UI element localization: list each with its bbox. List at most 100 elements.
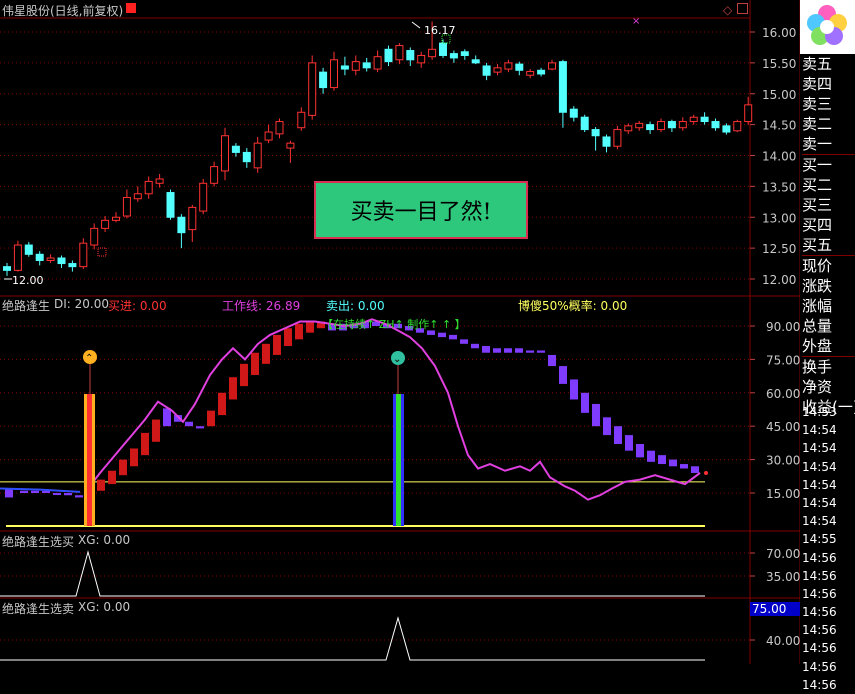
indicator-block — [625, 435, 633, 451]
tick-time: 14:54 — [802, 423, 837, 438]
quote-label[interactable]: 涨幅 — [802, 296, 855, 316]
indicator-block — [647, 450, 655, 462]
sell-arrow: ⌄ — [393, 354, 401, 365]
candle-body — [221, 135, 229, 172]
quote-label[interactable]: 外盘 — [802, 336, 855, 357]
ind-axis-label: 15.00 — [766, 487, 800, 501]
tick-time: 14:54 — [802, 477, 837, 492]
candle-body — [242, 151, 251, 163]
candle-body — [482, 65, 491, 76]
quote-label[interactable]: 卖一 — [802, 134, 855, 155]
indicator-block — [658, 455, 666, 465]
candle-body — [101, 219, 110, 229]
quote-label[interactable]: 买四 — [802, 215, 855, 235]
ind2-name: 绝路逢生选买 — [2, 535, 75, 549]
diamond-icon[interactable]: ◇ — [723, 3, 732, 17]
quote-label[interactable]: 卖二 — [802, 114, 855, 134]
candle-body — [35, 253, 44, 261]
title-marker-icon[interactable] — [126, 3, 136, 13]
candle-body — [569, 108, 578, 118]
indicator-block — [614, 426, 622, 445]
quote-label[interactable]: 净资 — [802, 377, 855, 397]
high-marker — [411, 21, 421, 29]
candle-body — [199, 182, 208, 212]
candle-body — [133, 193, 142, 200]
indicator-block — [64, 493, 72, 496]
candle-body — [319, 71, 328, 89]
quote-label[interactable]: 总量 — [802, 316, 855, 336]
quote-label[interactable]: 买一 — [802, 155, 855, 175]
ind3-axis-label: 40.00 — [766, 634, 800, 648]
indicator-block — [669, 459, 677, 467]
candle-body — [297, 111, 306, 129]
indicator-block — [471, 343, 479, 349]
indicator-block — [152, 419, 160, 442]
indicator-block — [108, 470, 116, 485]
chart-title: 伟星股份(日线,前复权) — [2, 4, 124, 18]
indicator-block — [504, 348, 512, 353]
tick-time: 14:56 — [802, 623, 837, 638]
candle-body — [112, 216, 120, 221]
buy-bar-core — [87, 394, 92, 526]
candle-body — [602, 136, 611, 147]
quote-label[interactable]: 卖三 — [802, 94, 855, 114]
indicator-block — [306, 321, 314, 333]
candle-body — [635, 122, 644, 129]
price-axis-label: 14.50 — [762, 119, 796, 133]
ind1-di: DI: 20.00 — [54, 297, 109, 311]
quote-label[interactable]: 现价 — [802, 256, 855, 276]
indicator-block — [262, 343, 270, 364]
candle-body — [428, 48, 437, 58]
candle-body — [57, 257, 66, 265]
candle-body — [678, 121, 687, 129]
indicator-block — [691, 466, 699, 473]
candle-body — [460, 51, 469, 56]
candle-body — [537, 69, 546, 75]
indicator-block — [207, 410, 215, 427]
candle-body — [548, 62, 556, 70]
tick-time: 14:56 — [802, 550, 837, 565]
candle-body — [144, 180, 153, 195]
quote-label[interactable]: 卖五 — [802, 54, 855, 74]
promo-banner[interactable]: 买卖一目了然! — [314, 181, 528, 239]
indicator-block — [130, 448, 138, 467]
candle-body — [667, 121, 676, 129]
candle-body — [253, 142, 262, 169]
candle-body — [700, 116, 709, 123]
indicator-block — [438, 332, 446, 338]
tick-time: 14:56 — [802, 605, 837, 620]
quote-label[interactable]: 买二 — [802, 175, 855, 195]
candle-body — [330, 59, 338, 89]
candle-body — [613, 129, 622, 147]
indicator-block — [515, 348, 523, 353]
quote-label[interactable]: 换手 — [802, 357, 855, 377]
candle-body — [24, 244, 33, 255]
indicator-block — [284, 328, 292, 347]
indicator-block — [526, 350, 534, 353]
candle-body — [3, 266, 11, 271]
maximize-icon[interactable] — [737, 3, 748, 14]
candle-body — [493, 67, 502, 73]
indicator-block — [75, 495, 83, 498]
quote-label[interactable]: 卖四 — [802, 74, 855, 94]
quote-label[interactable]: 买五 — [802, 235, 855, 256]
indicator-block — [163, 408, 171, 427]
candle-body — [264, 131, 273, 141]
candle-body — [275, 121, 284, 135]
quote-label[interactable]: 涨跌 — [802, 276, 855, 296]
candle-body — [624, 125, 633, 132]
tick-time: 14:56 — [802, 586, 837, 601]
indicator-block — [31, 490, 39, 493]
candle-body — [646, 124, 655, 131]
candle-body — [166, 192, 175, 218]
tick-times-panel: 14:53 14:54 14:54 14:54 14:54 14:54 14:54 14:55… — [802, 403, 855, 694]
price-axis-label: 16.00 — [762, 26, 796, 40]
sell-bar-core — [396, 394, 401, 526]
candle-body — [504, 62, 513, 70]
candle-body — [122, 196, 131, 217]
indicator-block — [570, 379, 578, 400]
tick-time: 14:53 — [802, 405, 837, 419]
ind-axis-label: 90.00 — [766, 320, 800, 334]
quote-label[interactable]: 买三 — [802, 195, 855, 215]
indicator-block — [97, 479, 105, 491]
